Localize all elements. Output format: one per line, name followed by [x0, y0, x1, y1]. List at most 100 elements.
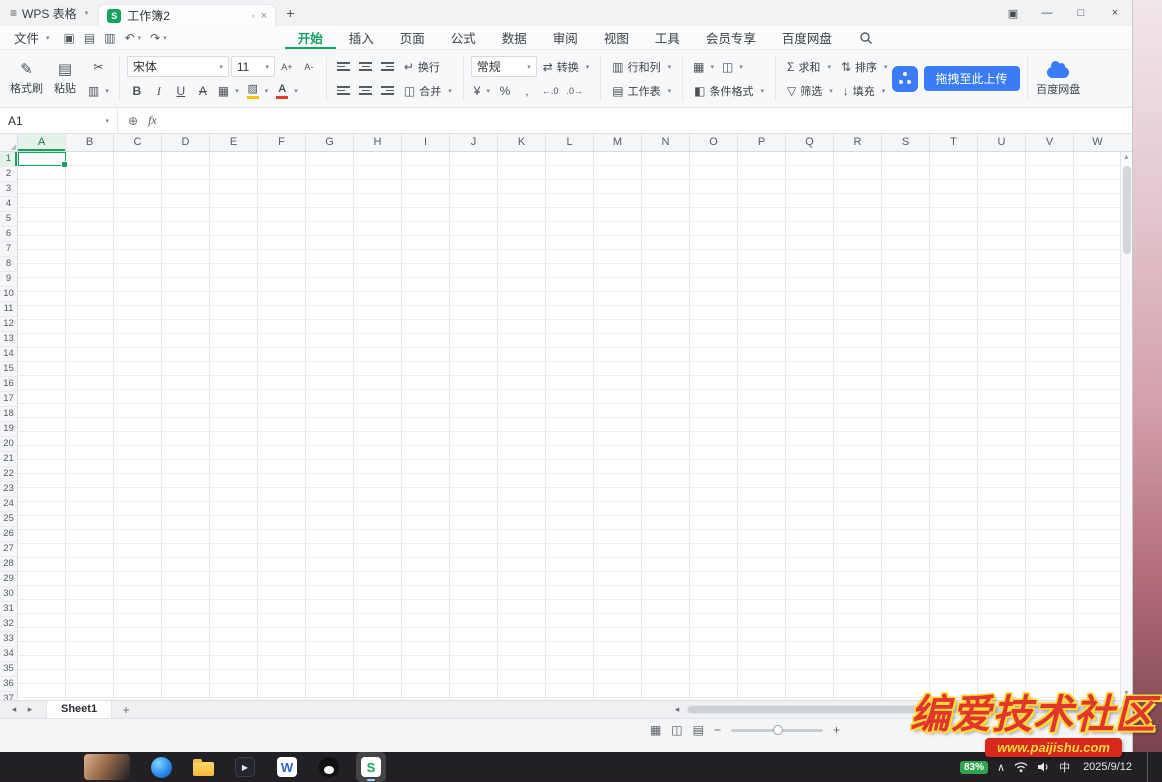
fill-button[interactable]: ↓ 填充: [839, 81, 890, 101]
column-header-D[interactable]: D: [162, 134, 210, 151]
row-header-5[interactable]: 5: [0, 212, 17, 227]
next-sheet-icon[interactable]: ▸: [22, 704, 38, 715]
align-center-icon[interactable]: [356, 81, 376, 101]
formula-input[interactable]: [165, 108, 1132, 133]
zoom-out-icon[interactable]: −: [714, 723, 721, 737]
battery-badge[interactable]: 83%: [960, 761, 988, 774]
row-header-11[interactable]: 11: [0, 302, 17, 317]
ribbon-tab-百度网盘[interactable]: 百度网盘: [769, 26, 845, 49]
tab-close-icon[interactable]: ×: [261, 10, 267, 22]
qq-icon[interactable]: [314, 752, 344, 782]
vertical-scrollbar[interactable]: ▲ ▼: [1120, 152, 1132, 700]
row-header-22[interactable]: 22: [0, 467, 17, 482]
page-layout-view-icon[interactable]: ◫: [671, 723, 682, 737]
percent-icon[interactable]: %: [495, 81, 515, 101]
media-app-icon[interactable]: ▶: [230, 752, 260, 782]
ribbon-tab-插入[interactable]: 插入: [336, 26, 387, 49]
input-method-indicator[interactable]: 中: [1059, 759, 1070, 775]
cut-icon[interactable]: ✂: [88, 57, 108, 77]
zoom-in-icon[interactable]: +: [833, 723, 840, 737]
zoom-slider[interactable]: [731, 729, 823, 732]
table-style-button[interactable]: ▦: [690, 57, 717, 77]
row-header-28[interactable]: 28: [0, 557, 17, 572]
align-bottom-icon[interactable]: [378, 57, 398, 77]
worksheet-button[interactable]: ▤ 工作表: [608, 81, 675, 101]
row-header-20[interactable]: 20: [0, 437, 17, 452]
ribbon-tab-数据[interactable]: 数据: [489, 26, 540, 49]
row-header-21[interactable]: 21: [0, 452, 17, 467]
ribbon-tab-视图[interactable]: 视图: [591, 26, 642, 49]
row-header-3[interactable]: 3: [0, 182, 17, 197]
row-header-32[interactable]: 32: [0, 617, 17, 632]
rows-columns-button[interactable]: ▥ 行和列: [608, 57, 675, 77]
horizontal-scrollbar[interactable]: ◂ ▸: [670, 701, 1132, 718]
row-header-1[interactable]: 1: [0, 152, 17, 167]
layout-settings-icon[interactable]: ▣: [996, 0, 1030, 26]
column-header-H[interactable]: H: [354, 134, 402, 151]
align-right-icon[interactable]: [378, 81, 398, 101]
word-icon[interactable]: W: [272, 752, 302, 782]
row-header-26[interactable]: 26: [0, 527, 17, 542]
page-break-view-icon[interactable]: ▤: [693, 723, 704, 737]
row-header-34[interactable]: 34: [0, 647, 17, 662]
merge-cells-button[interactable]: ◫ 合并: [400, 81, 456, 101]
column-header-R[interactable]: R: [834, 134, 882, 151]
ribbon-tab-页面[interactable]: 页面: [387, 26, 438, 49]
column-header-F[interactable]: F: [258, 134, 306, 151]
align-left-icon[interactable]: [334, 81, 354, 101]
filter-button[interactable]: ▽ 筛选: [783, 81, 837, 101]
column-header-L[interactable]: L: [546, 134, 594, 151]
column-header-E[interactable]: E: [210, 134, 258, 151]
column-header-G[interactable]: G: [306, 134, 354, 151]
vscroll-track[interactable]: [1121, 164, 1132, 688]
wrap-text-button[interactable]: ↵ 换行: [400, 57, 444, 77]
column-header-N[interactable]: N: [642, 134, 690, 151]
minimize-icon[interactable]: —: [1030, 0, 1064, 26]
row-header-29[interactable]: 29: [0, 572, 17, 587]
undo-icon[interactable]: ↶: [125, 31, 135, 45]
file-explorer-icon[interactable]: [188, 752, 218, 782]
selected-cell[interactable]: [18, 152, 66, 166]
document-tab[interactable]: S 工作簿2 ▫ ×: [98, 4, 276, 26]
upload-hint-label[interactable]: 拖拽至此上传: [924, 66, 1020, 91]
row-header-4[interactable]: 4: [0, 197, 17, 212]
scroll-down-icon[interactable]: ▼: [1123, 688, 1130, 700]
row-header-35[interactable]: 35: [0, 662, 17, 677]
row-header-24[interactable]: 24: [0, 497, 17, 512]
scroll-up-icon[interactable]: ▲: [1123, 152, 1130, 164]
strikethrough-button[interactable]: A: [193, 81, 213, 101]
font-family-select[interactable]: 宋体: [127, 56, 229, 77]
redo-icon[interactable]: ↷: [150, 31, 160, 45]
prev-sheet-icon[interactable]: ◂: [6, 704, 22, 715]
bold-button[interactable]: B: [127, 81, 147, 101]
row-header-23[interactable]: 23: [0, 482, 17, 497]
copy-icon[interactable]: ▥: [85, 81, 112, 101]
row-header-2[interactable]: 2: [0, 167, 17, 182]
row-header-14[interactable]: 14: [0, 347, 17, 362]
thousand-separator-icon[interactable]: ,: [517, 81, 537, 101]
column-header-U[interactable]: U: [978, 134, 1026, 151]
browser-icon[interactable]: [146, 752, 176, 782]
ribbon-tab-会员专享[interactable]: 会员专享: [693, 26, 769, 49]
ribbon-tab-审阅[interactable]: 审阅: [540, 26, 591, 49]
scroll-right-icon[interactable]: ▸: [1116, 704, 1130, 715]
conditional-format-button[interactable]: ◧ 条件格式: [690, 81, 768, 101]
underline-button[interactable]: U: [171, 81, 191, 101]
column-header-C[interactable]: C: [114, 134, 162, 151]
row-header-30[interactable]: 30: [0, 587, 17, 602]
magic-fill-icon[interactable]: ⊕: [128, 114, 138, 128]
column-header-V[interactable]: V: [1026, 134, 1074, 151]
new-tab-button[interactable]: +: [276, 5, 304, 21]
tab-split-icon[interactable]: ▫: [252, 11, 255, 21]
row-header-18[interactable]: 18: [0, 407, 17, 422]
show-desktop-button[interactable]: [1147, 752, 1152, 782]
print-icon[interactable]: ▤: [84, 31, 95, 45]
row-header-13[interactable]: 13: [0, 332, 17, 347]
align-top-icon[interactable]: [334, 57, 354, 77]
align-middle-icon[interactable]: [356, 57, 376, 77]
row-header-12[interactable]: 12: [0, 317, 17, 332]
sort-button[interactable]: ⇅ 排序: [837, 57, 892, 77]
decrease-decimal-icon[interactable]: .0→: [563, 81, 586, 101]
column-header-W[interactable]: W: [1074, 134, 1120, 151]
currency-icon[interactable]: ¥: [471, 81, 493, 101]
